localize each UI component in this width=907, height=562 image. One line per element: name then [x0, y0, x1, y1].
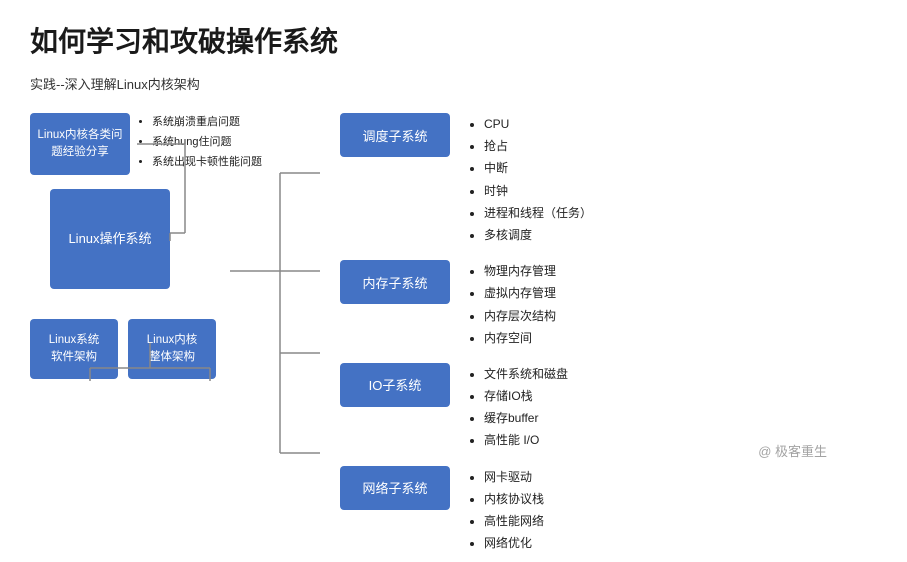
problem-bullet-item: 系统崩溃重启问题	[152, 113, 262, 133]
problem-box: Linux内核各类问 题经验分享	[30, 113, 130, 175]
subsystem-bullet-item: 高性能 I/O	[484, 429, 568, 451]
subsystem-bullet-item: 网卡驱动	[484, 466, 544, 488]
bottom-boxes-row: Linux系统 软件架构Linux内核 整体架构	[30, 319, 330, 379]
bottom-box: Linux系统 软件架构	[30, 319, 118, 379]
subsystem-bullet-item: 物理内存管理	[484, 260, 556, 282]
problem-bullet-item: 系统出现卡顿性能问题	[152, 153, 262, 173]
subsystem-bullet-item: 内存层次结构	[484, 305, 556, 327]
subsystem-bullet-item: 多核调度	[484, 224, 592, 246]
subsystem-bullets: 物理内存管理虚拟内存管理内存层次结构内存空间	[470, 260, 556, 349]
subsystem-bullet-item: 虚拟内存管理	[484, 282, 556, 304]
subsystem-box: 网络子系统	[340, 466, 450, 510]
problem-bullets: 系统崩溃重启问题系统hung住问题系统出现卡顿性能问题	[138, 113, 262, 172]
subsystem-bullet-item: 进程和线程（任务）	[484, 202, 592, 224]
subsystem-bullet-item: 高性能网络	[484, 510, 544, 532]
subsystem-bullet-item: 中断	[484, 157, 592, 179]
subsystem-box: IO子系统	[340, 363, 450, 407]
page: 如何学习和攻破操作系统 实践--深入理解Linux内核架构	[0, 0, 907, 520]
subsystem-bullet-item: 时钟	[484, 180, 592, 202]
watermark: @ 极客重生	[758, 441, 827, 460]
subsystem-bullets: CPU抢占中断时钟进程和线程（任务）多核调度	[470, 113, 592, 246]
subsystem-bullet-item: 内核协议栈	[484, 488, 544, 510]
subsystem-bullets: 网卡驱动内核协议栈高性能网络网络优化	[470, 466, 544, 555]
linux-os-box: Linux操作系统	[50, 189, 170, 289]
subsystem-bullet-item: CPU	[484, 113, 592, 135]
subsystem-bullets: 文件系统和磁盘存储IO栈缓存buffer高性能 I/O	[470, 363, 568, 452]
subtitle: 实践--深入理解Linux内核架构	[30, 74, 877, 93]
right-diagram: 调度子系统CPU抢占中断时钟进程和线程（任务）多核调度内存子系统物理内存管理虚拟…	[330, 113, 877, 562]
subsystem-bullet-item: 网络优化	[484, 532, 544, 554]
left-diagram: Linux内核各类问 题经验分享 系统崩溃重启问题系统hung住问题系统出现卡顿…	[30, 113, 330, 379]
main-title: 如何学习和攻破操作系统	[30, 20, 877, 60]
subsystem-box: 内存子系统	[340, 260, 450, 304]
subsystem-box: 调度子系统	[340, 113, 450, 157]
subsystem-bullet-item: 存储IO栈	[484, 385, 568, 407]
problem-bullet-item: 系统hung住问题	[152, 133, 262, 153]
subsystem-bullet-item: 内存空间	[484, 327, 556, 349]
subsystem-bullet-item: 文件系统和磁盘	[484, 363, 568, 385]
subsystem-row: IO子系统文件系统和磁盘存储IO栈缓存buffer高性能 I/O	[340, 363, 877, 452]
linux-os-row: Linux操作系统	[50, 189, 330, 289]
subsystem-row: 内存子系统物理内存管理虚拟内存管理内存层次结构内存空间	[340, 260, 877, 349]
subsystem-row: 网络子系统网卡驱动内核协议栈高性能网络网络优化	[340, 466, 877, 555]
subsystem-bullet-item: 抢占	[484, 135, 592, 157]
diagram-wrapper: Linux内核各类问 题经验分享 系统崩溃重启问题系统hung住问题系统出现卡顿…	[30, 113, 877, 562]
subsystem-row: 调度子系统 CPU抢占中断时钟进程和线程（任务）多核调度	[340, 113, 877, 246]
problem-row: Linux内核各类问 题经验分享 系统崩溃重启问题系统hung住问题系统出现卡顿…	[30, 113, 330, 175]
bottom-box: Linux内核 整体架构	[128, 319, 216, 379]
subsystem-bullet-item: 缓存buffer	[484, 407, 568, 429]
